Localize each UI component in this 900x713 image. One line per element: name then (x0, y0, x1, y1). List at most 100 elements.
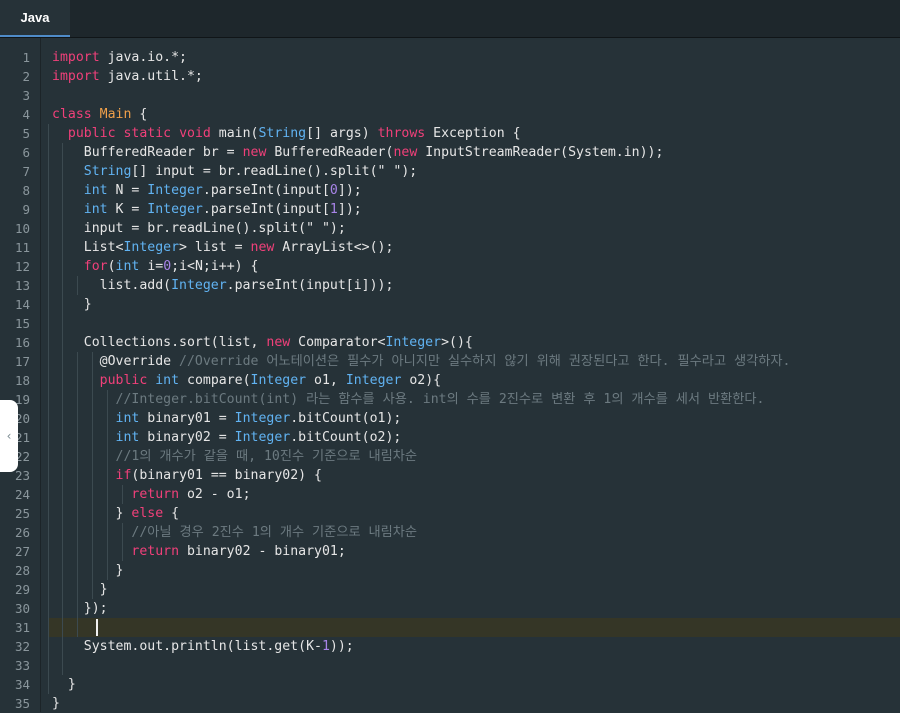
code-line[interactable]: }); (52, 599, 900, 618)
code-line[interactable]: } (52, 675, 900, 694)
code-line[interactable] (52, 656, 900, 675)
code-token: int (83, 202, 108, 217)
code-token: BufferedReader br = (52, 145, 243, 160)
code-line[interactable] (52, 86, 900, 105)
code-token: void (179, 126, 211, 141)
code-token: int (115, 411, 140, 426)
code-line[interactable] (52, 314, 900, 333)
code-line[interactable]: public static void main(String[] args) t… (52, 124, 900, 143)
code-line[interactable]: class Main { (52, 105, 900, 124)
line-number: 28 (14, 563, 30, 578)
line-number: 7 (22, 164, 30, 179)
code-token: //1의 개수가 같을 때, 10진수 기준으로 내림차순 (115, 449, 418, 464)
code-token: String (258, 126, 307, 141)
code-token: Integer (385, 335, 442, 350)
code-token: int (83, 183, 108, 198)
code-token: static (123, 126, 172, 141)
code-token: o2 - o1; (179, 487, 251, 502)
code-token: ]); (337, 202, 362, 217)
code-token: o2){ (401, 373, 442, 388)
code-token: import (52, 50, 100, 65)
line-number: 9 (22, 202, 30, 217)
code-token: new (242, 145, 267, 160)
code-token: String (83, 164, 132, 179)
code-line[interactable]: list.add(Integer.parseInt(input[i])); (52, 276, 900, 295)
code-line[interactable]: //Integer.bitCount(int) 라는 함수를 사용. int의 … (52, 390, 900, 409)
code-line[interactable]: List<Integer> list = new ArrayList<>(); (52, 238, 900, 257)
code-line[interactable]: } (52, 295, 900, 314)
code-token: public (67, 126, 116, 141)
code-editor[interactable]: 1 2 3 4 5 6 7 8 9 10 11 12 13 14 15 16 17 18 19 20 21 22 23 24 2… (0, 38, 900, 712)
code-line[interactable]: Collections.sort(list, new Comparator<In… (52, 333, 900, 352)
indent-guide (48, 124, 49, 694)
tab-java[interactable]: Java (0, 0, 70, 37)
code-token: for (83, 259, 108, 274)
code-token: .bitCount(o2); (290, 430, 402, 445)
code-line[interactable]: public int compare(Integer o1, Integer o… (52, 371, 900, 390)
code-token: [] args) (306, 126, 378, 141)
code-token: Integer (345, 373, 402, 388)
code-line[interactable] (52, 618, 900, 637)
line-number: 6 (22, 145, 30, 160)
chevron-left-icon[interactable]: ‹ (0, 400, 18, 472)
code-line[interactable]: } (52, 561, 900, 580)
code-line[interactable]: //1의 개수가 같을 때, 10진수 기준으로 내림차순 (52, 447, 900, 466)
code-token: @Override (52, 354, 180, 369)
line-number: 31 (14, 620, 30, 635)
code-line[interactable]: return o2 - o1; (52, 485, 900, 504)
code-token: throws (377, 126, 426, 141)
code-token: return (131, 544, 180, 559)
code-line[interactable]: } (52, 694, 900, 713)
code-line[interactable]: int N = Integer.parseInt(input[0]); (52, 181, 900, 200)
code-token: Integer (250, 373, 307, 388)
line-number: 25 (14, 506, 30, 521)
code-token: > list = (179, 240, 251, 255)
code-token: K = (107, 202, 148, 217)
code-line[interactable]: BufferedReader br = new BufferedReader(n… (52, 143, 900, 162)
code-token: System.out.println(list.get(K- (52, 639, 322, 654)
code-token: } (52, 677, 76, 692)
code-line[interactable]: import java.io.*; (52, 48, 900, 67)
code-line[interactable]: } else { (52, 504, 900, 523)
code-token: ArrayList<>(); (274, 240, 394, 255)
indent-guide (77, 276, 78, 295)
line-number: 33 (14, 658, 30, 673)
line-number: 32 (14, 639, 30, 654)
code-line[interactable]: import java.util.*; (52, 67, 900, 86)
indent-guide (77, 352, 78, 618)
line-number: 18 (14, 373, 30, 388)
line-number: 4 (22, 107, 30, 122)
code-line[interactable]: System.out.println(list.get(K-1)); (52, 637, 900, 656)
line-number: 27 (14, 544, 30, 559)
code-line[interactable]: input = br.readLine().split(" "); (52, 219, 900, 238)
code-line[interactable]: } (52, 580, 900, 599)
code-token: class (52, 107, 92, 122)
code-line[interactable]: return binary02 - binary01; (52, 542, 900, 561)
indent-guide (77, 618, 78, 637)
code-line[interactable]: String[] input = br.readLine().split(" "… (52, 162, 900, 181)
line-number: 8 (22, 183, 30, 198)
code-token: java.util.*; (99, 69, 203, 84)
code-token: list.add( (52, 278, 172, 293)
code-token: o1, (306, 373, 346, 388)
code-line[interactable]: int binary02 = Integer.bitCount(o2); (52, 428, 900, 447)
code-token: } (52, 297, 92, 312)
code-line[interactable]: @Override //Override 어노테이션은 필수가 아니지만 실수하… (52, 352, 900, 371)
line-number: 1 (22, 50, 30, 65)
code-token: )); (329, 639, 354, 654)
code-line[interactable]: if(binary01 == binary02) { (52, 466, 900, 485)
code-token: input = br.readLine().split(" "); (52, 221, 346, 236)
code-token: Main (99, 107, 132, 122)
code-line[interactable]: //아닐 경우 2진수 1의 개수 기준으로 내림차순 (52, 523, 900, 542)
line-number: 10 (14, 221, 30, 236)
code-line[interactable]: int binary01 = Integer.bitCount(o1); (52, 409, 900, 428)
code-line[interactable]: int K = Integer.parseInt(input[1]); (52, 200, 900, 219)
code-token: Collections.sort(list, (52, 335, 267, 350)
code-line[interactable]: for(int i=0;i<N;i++) { (52, 257, 900, 276)
code-token: binary02 - binary01; (179, 544, 346, 559)
code-token: .parseInt(input[i])); (226, 278, 394, 293)
line-number: 3 (22, 88, 30, 103)
